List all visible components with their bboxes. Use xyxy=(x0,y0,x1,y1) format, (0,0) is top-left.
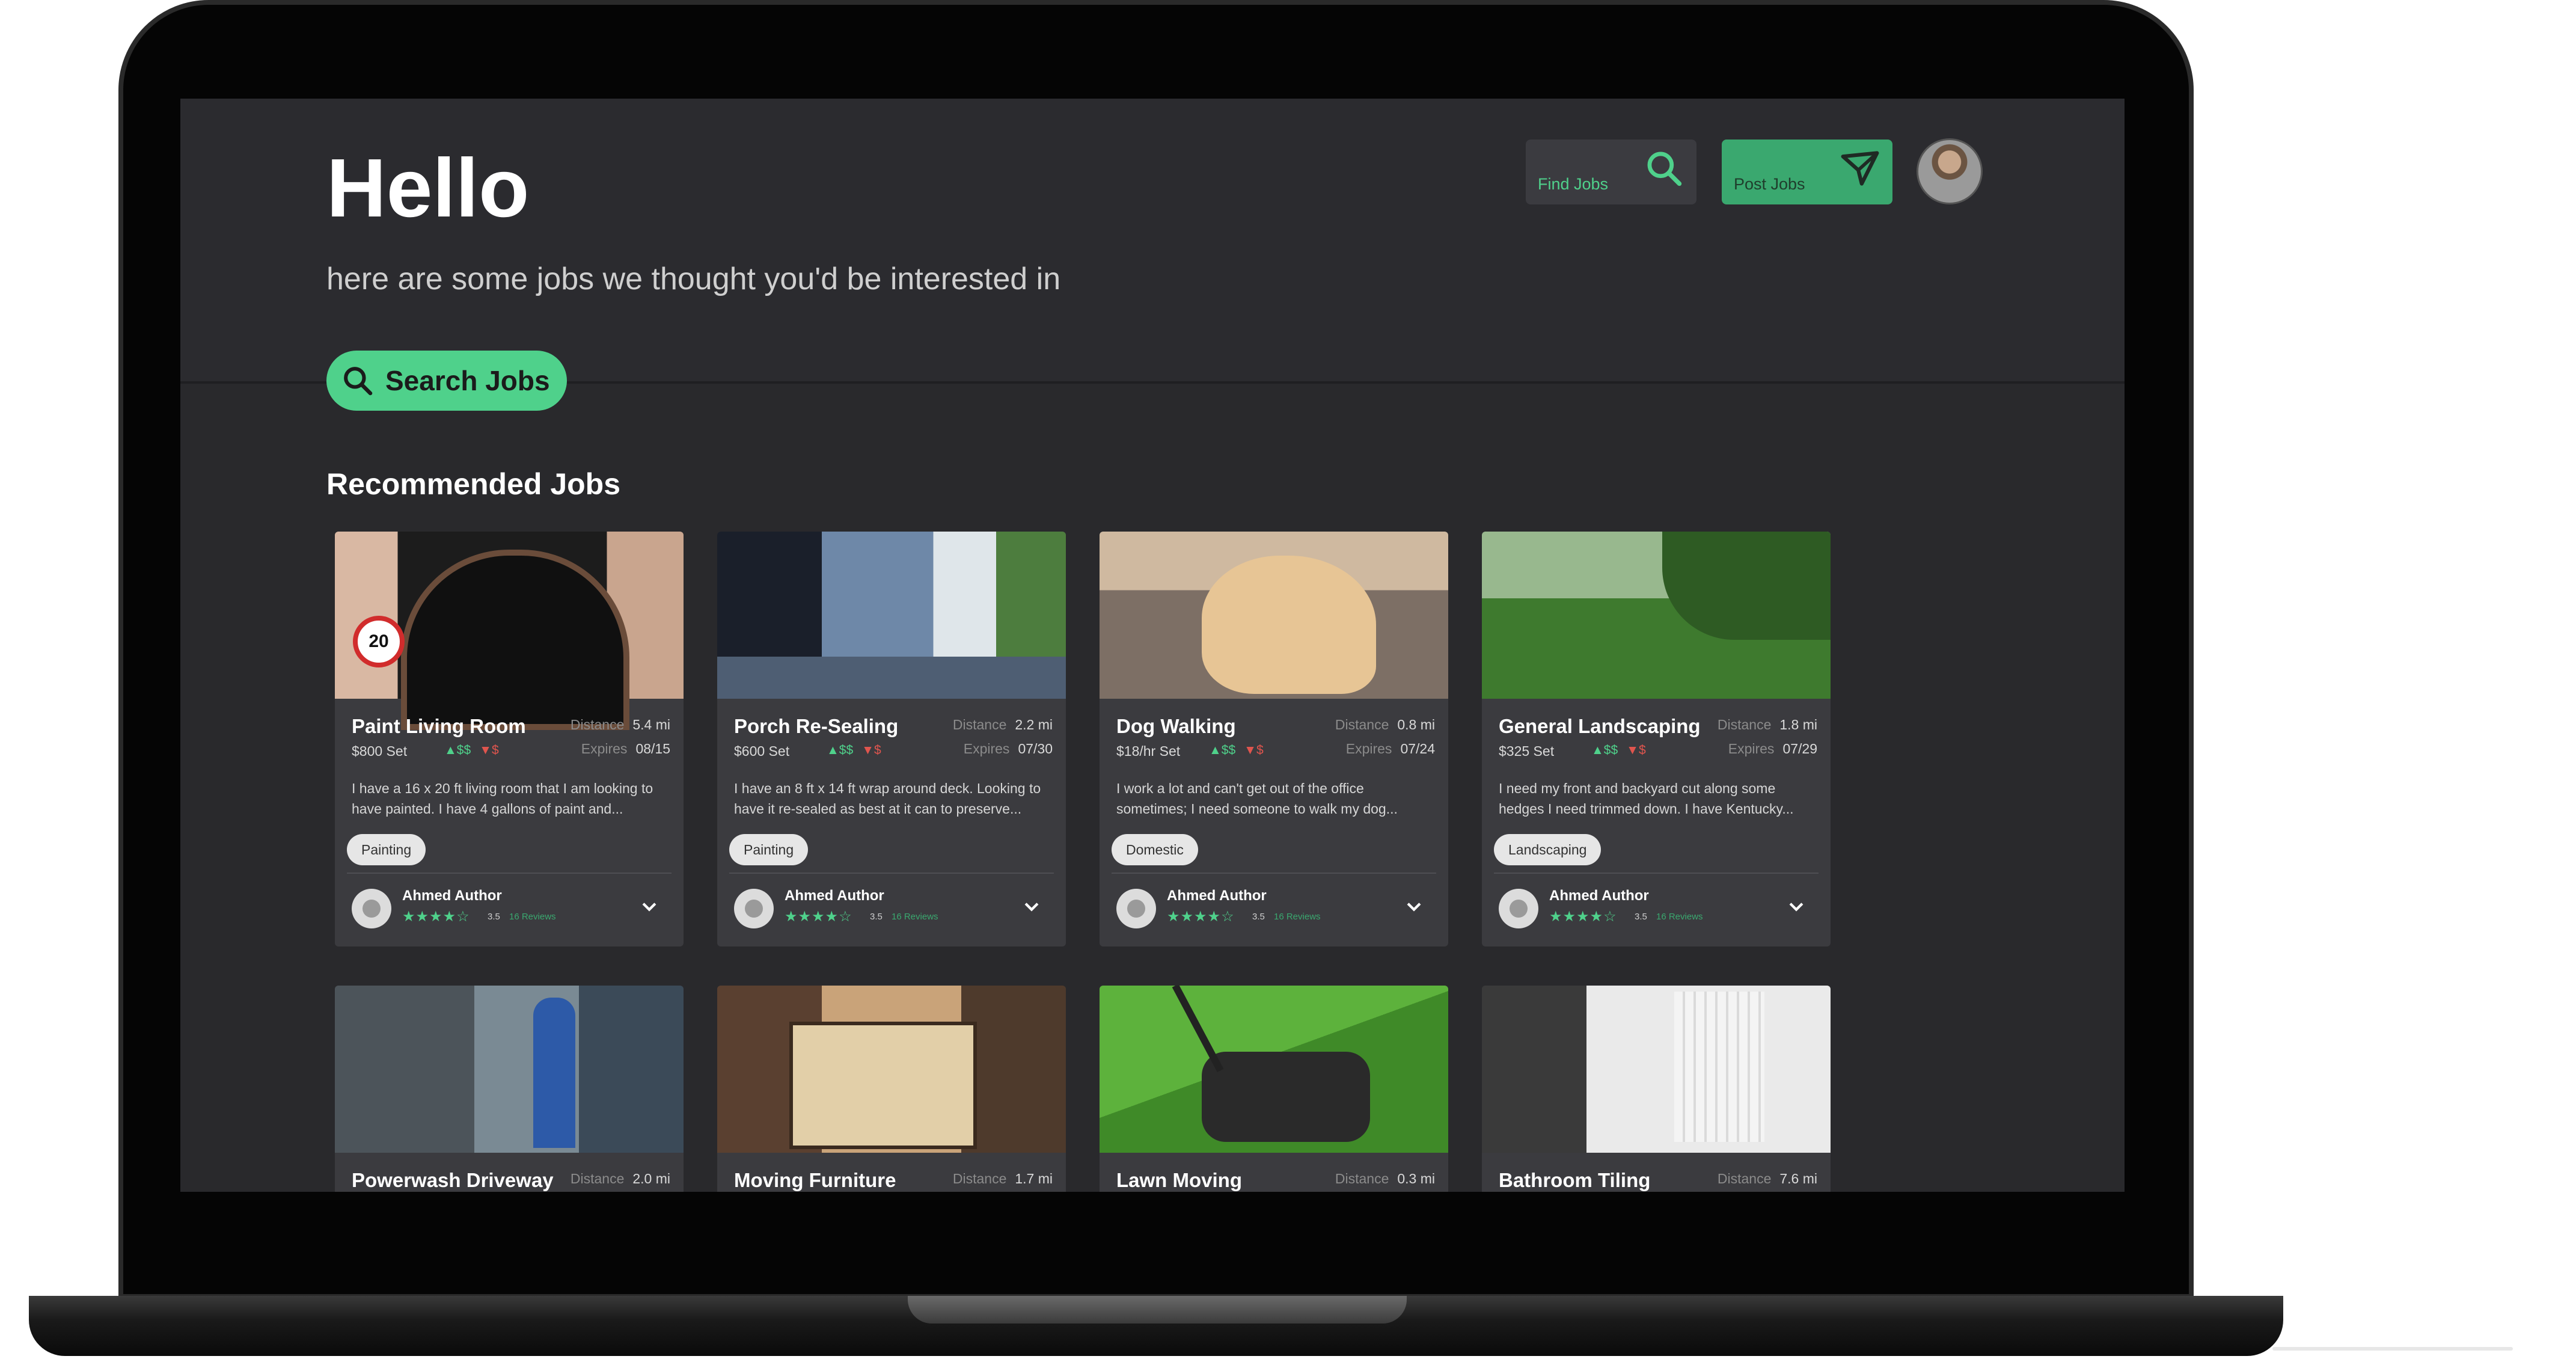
job-title: Lawn Moving xyxy=(1116,1169,1242,1191)
author-name: Ahmed Author xyxy=(785,888,884,904)
job-price: $325 Set xyxy=(1499,743,1555,759)
reviews-count[interactable]: 16 Reviews xyxy=(509,912,556,922)
rating-stars: ★★★★☆ xyxy=(402,909,470,925)
job-card[interactable]: Lawn Moving Distance 0.3 mi xyxy=(1100,986,1448,1192)
reviews-count[interactable]: 16 Reviews xyxy=(892,912,938,922)
job-title: Bathroom Tiling xyxy=(1499,1169,1651,1191)
rating-stars: ★★★★☆ xyxy=(1549,909,1617,925)
author-avatar xyxy=(1499,889,1538,928)
laptop-notch xyxy=(908,1296,1407,1324)
job-card[interactable]: General Landscaping $325 Set ▲$$ ▼$ Dista… xyxy=(1482,532,1831,946)
job-title: Moving Furniture xyxy=(734,1169,896,1191)
post-jobs-label: Post Jobs xyxy=(1734,175,1805,193)
job-image xyxy=(1482,986,1831,1153)
job-distance: Distance 2.0 mi xyxy=(570,1171,670,1186)
job-price: $800 Set xyxy=(352,743,408,759)
job-card[interactable]: Paint Living Room $800 Set ▲$$▼$ Distanc… xyxy=(335,532,684,946)
job-tag[interactable]: Painting xyxy=(729,834,809,865)
card-divider xyxy=(347,873,672,874)
job-distance: Distance 7.6 mi xyxy=(1717,1171,1817,1186)
search-icon xyxy=(1647,152,1682,186)
author-name: Ahmed Author xyxy=(402,888,502,904)
user-avatar[interactable] xyxy=(1917,138,1983,204)
job-expires: Expires 08/15 xyxy=(581,741,670,756)
author-name: Ahmed Author xyxy=(1167,888,1267,904)
page-subtitle: here are some jobs we thought you'd be i… xyxy=(326,262,1061,296)
job-distance: Distance 1.7 mi xyxy=(952,1171,1053,1186)
job-title: General Landscaping xyxy=(1499,715,1701,737)
job-distance: Distance 0.3 mi xyxy=(1335,1171,1435,1186)
job-description: I work a lot and can't get out of the of… xyxy=(1116,781,1398,817)
price-indicator: ▲$$ ▼$ xyxy=(1209,743,1264,757)
chevron-down-icon[interactable] xyxy=(1021,896,1042,916)
job-description: I need my front and backyard cut along s… xyxy=(1499,781,1794,817)
card-divider xyxy=(729,873,1054,874)
rating-value: 3.5 xyxy=(1252,912,1265,922)
rating-value: 3.5 xyxy=(870,912,883,922)
job-distance: Distance 5.4 mi xyxy=(570,717,670,732)
job-distance: Distance 1.8 mi xyxy=(1717,717,1817,732)
price-indicator: ▲$$ ▼$ xyxy=(1591,743,1646,757)
job-image xyxy=(1482,532,1831,699)
find-jobs-button[interactable]: Find Jobs xyxy=(1526,140,1696,204)
find-jobs-label: Find Jobs xyxy=(1538,175,1609,193)
job-card[interactable]: Dog Walking $18/hr Set ▲$$ ▼$ Distance 0.8… xyxy=(1100,532,1448,946)
page-title: Hello xyxy=(326,142,530,235)
job-image xyxy=(335,986,684,1153)
author-avatar xyxy=(1116,889,1156,928)
job-tag[interactable]: Landscaping xyxy=(1494,834,1602,865)
job-image xyxy=(335,532,684,730)
send-icon xyxy=(1841,151,1879,186)
job-image xyxy=(717,986,1066,1153)
rating-value: 3.5 xyxy=(488,912,500,922)
job-image xyxy=(1100,532,1448,699)
chevron-down-icon[interactable] xyxy=(1786,896,1807,916)
job-expires: Expires 07/30 xyxy=(963,741,1053,756)
job-title: Powerwash Driveway xyxy=(352,1169,554,1191)
job-title: Porch Re-Sealing xyxy=(734,715,899,737)
app-screen: Hello here are some jobs we thought you'… xyxy=(180,99,2125,1192)
price-indicator: ▲$$ ▼$ xyxy=(444,743,499,757)
job-distance: Distance 0.8 mi xyxy=(1335,717,1435,732)
chevron-down-icon[interactable] xyxy=(639,896,659,916)
job-price: $600 Set xyxy=(734,743,790,759)
laptop-shadow xyxy=(2272,1347,2513,1351)
rating-stars: ★★★★☆ xyxy=(785,909,852,925)
job-description: I have a 16 x 20 ft living room that I a… xyxy=(352,781,653,817)
card-divider xyxy=(1494,873,1819,874)
price-indicator: ▲$$ ▼$ xyxy=(827,743,881,757)
job-image xyxy=(1100,986,1448,1153)
rating-stars: ★★★★☆ xyxy=(1167,909,1235,925)
job-price: $18/hr Set xyxy=(1116,743,1181,759)
job-card[interactable]: Porch Re-Sealing $600 Set ▲$$ ▼$ Distance… xyxy=(717,532,1066,946)
job-distance: Distance 2.2 mi xyxy=(952,717,1053,732)
job-expires: Expires 07/24 xyxy=(1345,741,1435,756)
job-card[interactable]: Powerwash Driveway Distance 2.0 mi xyxy=(335,986,684,1192)
job-tag[interactable]: Domestic xyxy=(1112,834,1198,865)
search-icon xyxy=(344,367,373,396)
author-avatar xyxy=(734,889,774,928)
reviews-count[interactable]: 16 Reviews xyxy=(1656,912,1703,922)
job-card[interactable]: Moving Furniture Distance 1.7 mi xyxy=(717,986,1066,1192)
job-title: Dog Walking xyxy=(1116,715,1236,737)
author-avatar xyxy=(352,889,391,928)
job-expires: Expires 07/29 xyxy=(1728,741,1817,756)
author-name: Ahmed Author xyxy=(1549,888,1649,904)
search-jobs-button[interactable]: Search Jobs xyxy=(326,351,567,411)
card-divider xyxy=(1112,873,1436,874)
chevron-down-icon[interactable] xyxy=(1404,896,1424,916)
job-title: Paint Living Room xyxy=(352,715,526,737)
job-description: I have an 8 ft x 14 ft wrap around deck.… xyxy=(734,781,1041,817)
search-jobs-label: Search Jobs xyxy=(385,365,550,396)
post-jobs-button[interactable]: Post Jobs xyxy=(1722,140,1892,204)
reviews-count[interactable]: 16 Reviews xyxy=(1274,912,1321,922)
rating-value: 3.5 xyxy=(1635,912,1647,922)
job-tag[interactable]: Painting xyxy=(347,834,426,865)
job-image xyxy=(717,532,1066,699)
section-title: Recommended Jobs xyxy=(326,467,621,501)
job-card[interactable]: Bathroom Tiling Distance 7.6 mi xyxy=(1482,986,1831,1192)
